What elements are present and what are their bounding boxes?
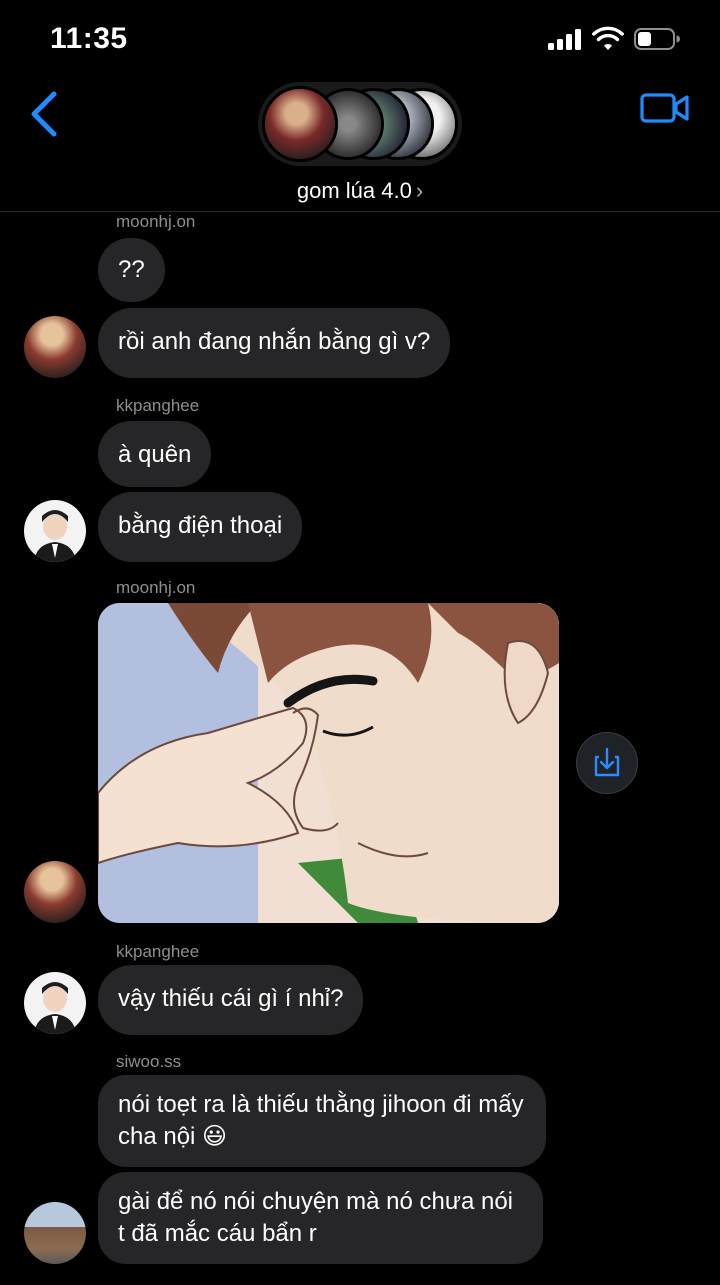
battery-icon [634, 28, 680, 50]
message-bubble[interactable]: rồi anh đang nhắn bằng gì v? [98, 308, 451, 378]
video-call-icon[interactable] [640, 92, 690, 124]
avatar-kkpanghee[interactable] [24, 972, 86, 1034]
group-name: gom lúa 4.0 [296, 178, 412, 203]
facepalm-illustration [98, 603, 559, 923]
avatar-moonhj[interactable] [24, 861, 86, 923]
message-bubble[interactable]: ?? [98, 238, 165, 302]
share-button[interactable] [576, 732, 638, 794]
sender-name: kkpanghee [116, 942, 200, 961]
avatar-moonhj[interactable] [24, 316, 86, 378]
chevron-right-icon: › [415, 178, 424, 203]
message-bubble[interactable]: vậy thiếu cái gì í nhỉ? [98, 965, 364, 1035]
wifi-icon [592, 26, 624, 50]
sender-name: kkpanghee [116, 396, 200, 415]
cellular-signal-icon [548, 28, 582, 50]
message-bubble[interactable]: bằng điện thoại [98, 492, 303, 562]
sender-name: moonhj.on [116, 212, 196, 231]
person-portrait-icon [34, 982, 76, 1034]
group-title[interactable]: gom lúa 4.0 › [0, 178, 720, 204]
group-avatar[interactable] [258, 82, 462, 166]
message-bubble[interactable]: gài để nó nói chuyện mà nó chưa nói t đã… [98, 1172, 543, 1264]
avatar-kkpanghee[interactable] [24, 500, 86, 562]
member-photo [262, 86, 338, 162]
back-chevron-icon[interactable] [28, 90, 62, 138]
message-bubble[interactable]: nói toẹt ra là thiếu thằng jihoon đi mấy… [98, 1075, 546, 1167]
image-attachment[interactable] [98, 603, 559, 923]
sender-name: moonhj.on [116, 578, 196, 597]
avatar-siwoo[interactable] [24, 1202, 86, 1264]
message-bubble[interactable]: à quên [98, 421, 212, 487]
download-share-icon [594, 747, 620, 777]
header-divider [0, 211, 720, 212]
sender-name: siwoo.ss [116, 1052, 182, 1071]
person-portrait-icon [34, 510, 76, 562]
status-time: 11:35 [50, 22, 128, 55]
